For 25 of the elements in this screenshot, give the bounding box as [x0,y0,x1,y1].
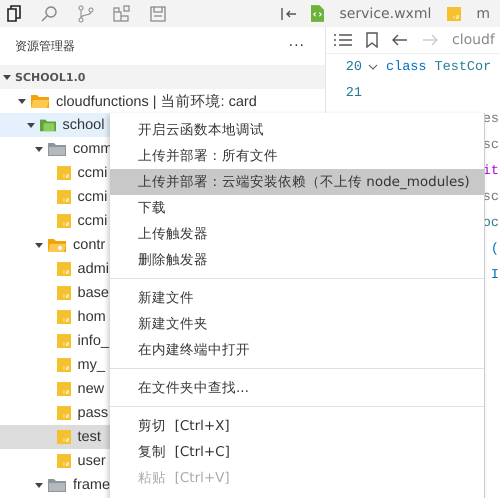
code-token: ( [490,242,499,256]
tree-item-label: hom [78,309,106,325]
tree-item-label: school [62,117,104,133]
code-token: TestCor [434,60,492,74]
tree-item-label: contr [73,237,106,253]
tree-item-label: base [78,285,109,301]
tree-item-label: ccmi [78,165,108,181]
tree-item-label: new [78,381,104,397]
tree-item-label: user [78,453,106,469]
tree-item-label: cloudfunctions | 当前环境: card [56,92,257,110]
tree-item-label: test [78,429,101,445]
code-token: I [490,268,499,282]
tree-item-label: my_ [78,357,105,373]
tree-item-label: ccmi [78,189,108,205]
tree-item-label: pass [78,405,108,421]
tree-item-label: info_ [78,333,109,349]
code-token: it [482,164,499,178]
tree-item-label: admi [78,261,109,277]
line-number: 20 [344,60,362,74]
project-name: SCHOOL1.0 [15,70,86,84]
code-token: class [386,60,427,74]
explorer-title: 资源管理器 [15,38,75,54]
line-number: 21 [344,86,362,100]
tree-item-label: frame [73,477,110,493]
tree-item-label: ccmi [78,213,108,229]
